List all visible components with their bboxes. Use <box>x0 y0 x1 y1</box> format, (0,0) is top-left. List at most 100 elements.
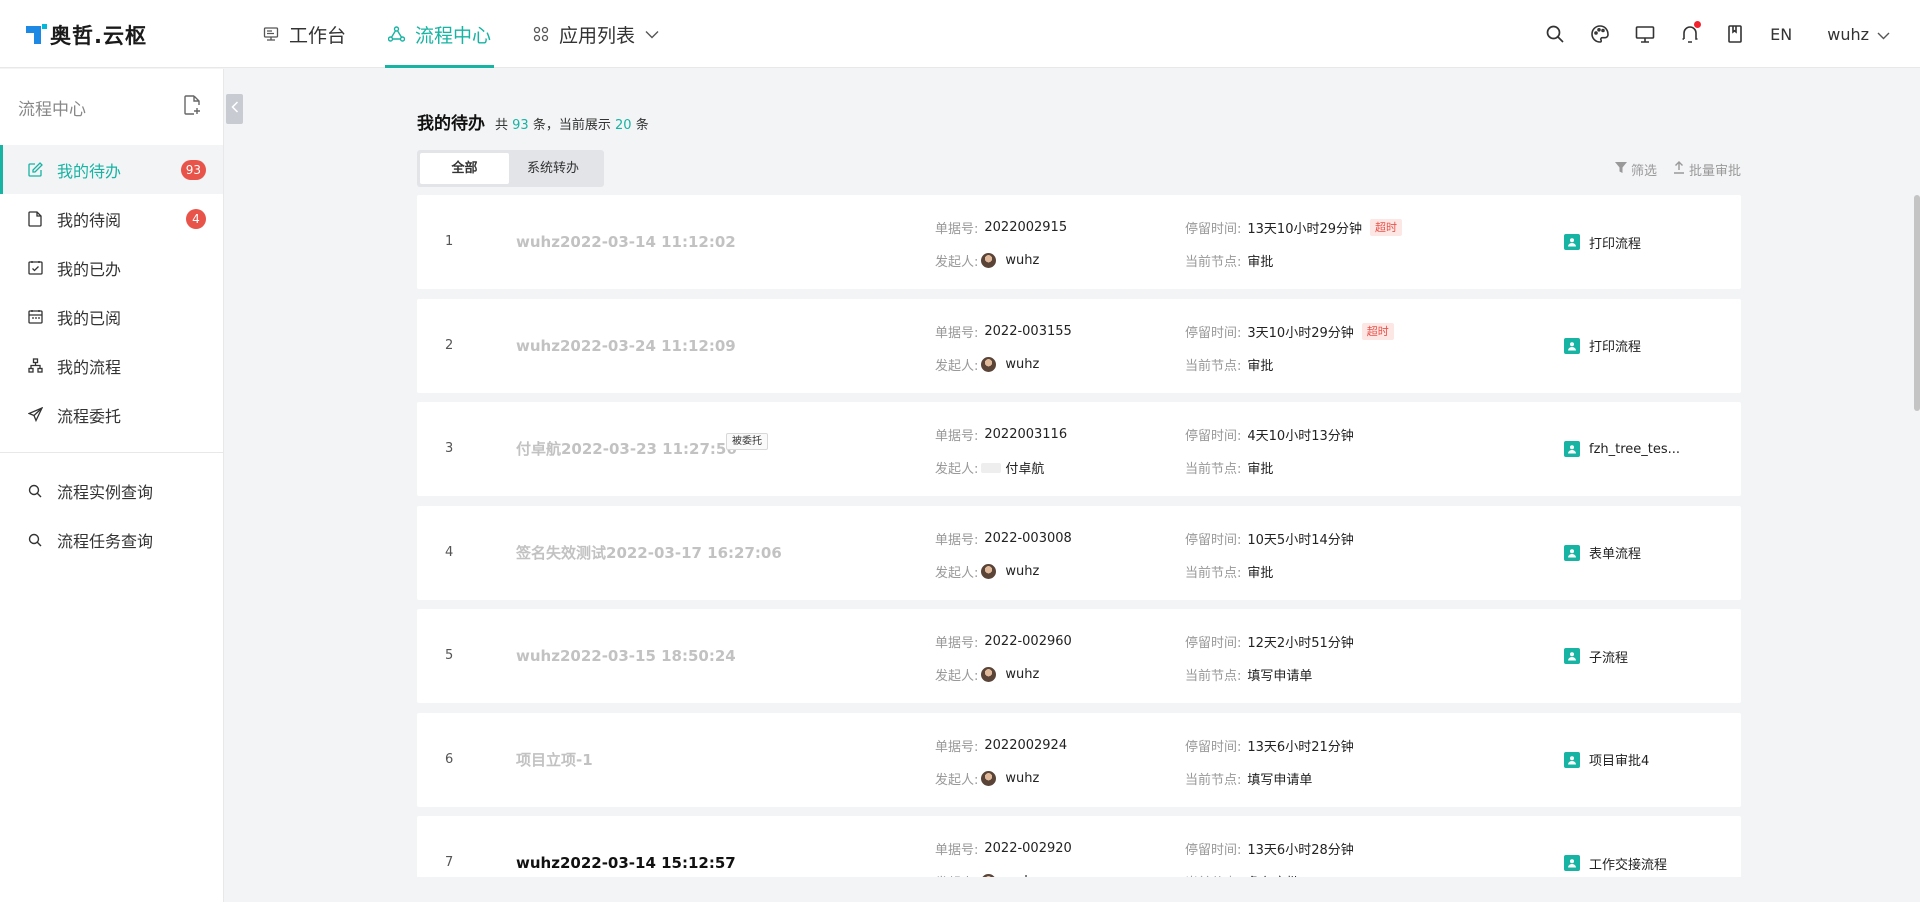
top-right-tools: EN wuhz <box>1522 0 1890 68</box>
sidebar-item-my-todo[interactable]: 我的待办 93 <box>0 145 223 194</box>
row-index: 4 <box>445 544 454 560</box>
user-name: wuhz <box>1827 24 1869 44</box>
filter-button[interactable]: 筛选 <box>1614 160 1657 179</box>
flow-form-icon <box>1564 751 1580 768</box>
starter-name: wuhz <box>1005 563 1040 579</box>
starter-label: 发起人: <box>935 565 979 581</box>
starter-name: wuhz <box>1005 667 1040 682</box>
page-title: 我的待办 <box>417 114 485 134</box>
bell-icon[interactable] <box>1678 21 1702 46</box>
row-current-node: 当前节点: 审批 <box>1185 251 1273 270</box>
node-value: 审批 <box>1247 565 1274 581</box>
flow-name: 工作交接流程 <box>1589 857 1668 873</box>
sidebar-item-delegation[interactable]: 流程委托 <box>0 390 223 439</box>
avatar <box>981 462 1002 473</box>
row-doc-no: 单据号: 2022-003008 <box>935 529 1072 548</box>
batch-approve-button[interactable]: 批量审批 <box>1673 160 1741 179</box>
todo-row[interactable]: 5 wuhz2022-03-15 18:50:24 单据号: 2022-002960 发… <box>417 609 1741 703</box>
starter-label: 发起人: <box>935 358 979 374</box>
flow-name: 打印流程 <box>1589 236 1642 252</box>
desktop-icon[interactable] <box>1633 22 1657 46</box>
sidebar-item-my-toread[interactable]: 我的待阅 4 <box>0 194 223 243</box>
node-value: 填写申请单 <box>1247 669 1313 684</box>
chevron-down-icon <box>1869 25 1890 44</box>
sidebar-item-my-read[interactable]: 我的已阅 <box>0 292 223 341</box>
nav-flow-center[interactable]: 流程中心 <box>385 0 495 68</box>
starter-name: wuhz <box>1005 253 1040 268</box>
row-doc-no: 单据号: 2022-002920 <box>935 839 1072 858</box>
row-current-node: 当前节点: 审批 <box>1185 458 1273 477</box>
tab-system-transfer[interactable]: 系统转办 <box>509 153 597 184</box>
palette-icon[interactable] <box>1588 22 1612 46</box>
todo-row[interactable]: 6 项目立项-1 单据号: 2022002924 发起人: wuhz 停留时间: 13天6小时… <box>417 712 1741 807</box>
starter-label: 发起人: <box>935 669 979 684</box>
batch-approve-label: 批量审批 <box>1688 164 1741 179</box>
document-icon <box>28 210 48 227</box>
todo-row[interactable]: 3 付卓航2022-03-23 11:27:56 被委托 单据号: 2022003116… <box>417 402 1741 496</box>
row-title[interactable]: wuhz2022-03-14 11:12:02 <box>516 195 736 289</box>
doc-no-value: 2022002924 <box>984 737 1068 753</box>
nav-app-list[interactable]: 应用列表 <box>530 0 662 68</box>
user-menu[interactable]: wuhz <box>1827 25 1890 44</box>
sidebar-collapse-toggle[interactable] <box>226 94 243 124</box>
row-flow: 打印流程 <box>1564 299 1641 393</box>
row-title[interactable]: 付卓航2022-03-23 11:27:56 <box>516 402 737 496</box>
stay-value: 13天10小时29分钟 <box>1247 222 1363 237</box>
row-title[interactable]: wuhz2022-03-14 15:12:57 <box>516 816 736 877</box>
nav-flow-center-label: 流程中心 <box>415 24 492 47</box>
scrollbar-thumb[interactable] <box>1914 195 1920 411</box>
language-switch[interactable]: EN <box>1770 25 1792 44</box>
sidebar-item-label: 我的已阅 <box>57 308 122 328</box>
starter-name: wuhz <box>1005 356 1040 372</box>
row-title[interactable]: wuhz2022-03-15 18:50:24 <box>516 609 736 703</box>
row-current-node: 当前节点: 填写申请单 <box>1185 769 1312 788</box>
stay-label: 停留时间: <box>1185 532 1242 548</box>
sidebar-item-my-flows[interactable]: 我的流程 <box>0 341 223 390</box>
row-doc-no: 单据号: 2022-002960 <box>935 632 1072 651</box>
book-icon[interactable] <box>1723 22 1747 46</box>
stay-label: 停留时间: <box>1185 429 1242 444</box>
doc-no-value: 2022-002960 <box>984 634 1072 649</box>
search-icon[interactable] <box>1543 22 1567 46</box>
summary-mid: 条，当前展示 <box>532 118 611 133</box>
new-file-icon[interactable] <box>183 95 201 119</box>
row-title[interactable]: 项目立项-1 <box>516 713 593 807</box>
doc-no-value: 2022-002920 <box>984 841 1072 856</box>
tab-all[interactable]: 全部 <box>420 153 509 184</box>
avatar <box>981 253 997 268</box>
calendar-check-icon <box>28 260 48 275</box>
row-index: 1 <box>445 234 454 249</box>
node-label: 当前节点: <box>1185 772 1242 788</box>
doc-no-label: 单据号: <box>935 532 979 548</box>
flow-name: fzh_tree_tes... <box>1589 441 1681 457</box>
nav-workbench[interactable]: 工作台 <box>260 0 349 68</box>
todo-row[interactable]: 2 wuhz2022-03-24 11:12:09 单据号: 2022-003155 发… <box>417 298 1741 393</box>
row-title[interactable]: 签名失效测试2022-03-17 16:27:06 <box>516 506 782 600</box>
sidebar-item-instance-query[interactable]: 流程实例查询 <box>0 466 223 515</box>
todo-row[interactable]: 4 签名失效测试2022-03-17 16:27:06 单据号: 2022-00300… <box>417 505 1741 600</box>
todo-row[interactable]: 7 wuhz2022-03-14 15:12:57 单据号: 2022-002920 发… <box>417 816 1741 877</box>
row-doc-no: 单据号: 2022002924 <box>935 736 1067 755</box>
starter-name: wuhz <box>1005 770 1040 786</box>
flow-name: 子流程 <box>1589 650 1629 666</box>
stay-value: 4天10小时13分钟 <box>1247 429 1354 444</box>
node-label: 当前节点: <box>1185 872 1241 877</box>
row-stay-time: 停留时间: 10天5小时14分钟 <box>1185 529 1354 548</box>
sidebar-item-label: 流程委托 <box>57 406 122 426</box>
row-starter: 发起人: wuhz <box>935 562 1039 581</box>
sidebar-item-label: 我的流程 <box>57 357 122 377</box>
row-stay-time: 停留时间: 12天2小时51分钟 <box>1185 632 1354 651</box>
org-tree-icon <box>28 358 48 373</box>
flow-form-icon <box>1564 544 1580 561</box>
todo-row[interactable]: 1 wuhz2022-03-14 11:12:02 单据号: 2022002915 发起… <box>417 195 1741 289</box>
doc-no-value: 2022-003155 <box>984 323 1072 339</box>
filter-tabs: 全部 系统转办 <box>417 150 604 187</box>
row-index: 5 <box>445 648 454 663</box>
sidebar-item-task-query[interactable]: 流程任务查询 <box>0 515 223 564</box>
row-title[interactable]: wuhz2022-03-24 11:12:09 <box>516 299 736 393</box>
sidebar-item-my-done[interactable]: 我的已办 <box>0 243 223 292</box>
doc-no-label: 单据号: <box>935 739 979 755</box>
doc-no-label: 单据号: <box>935 429 979 444</box>
brand-logo[interactable]: 奥哲.云枢 <box>26 20 147 50</box>
flow-name: 打印流程 <box>1589 340 1642 355</box>
